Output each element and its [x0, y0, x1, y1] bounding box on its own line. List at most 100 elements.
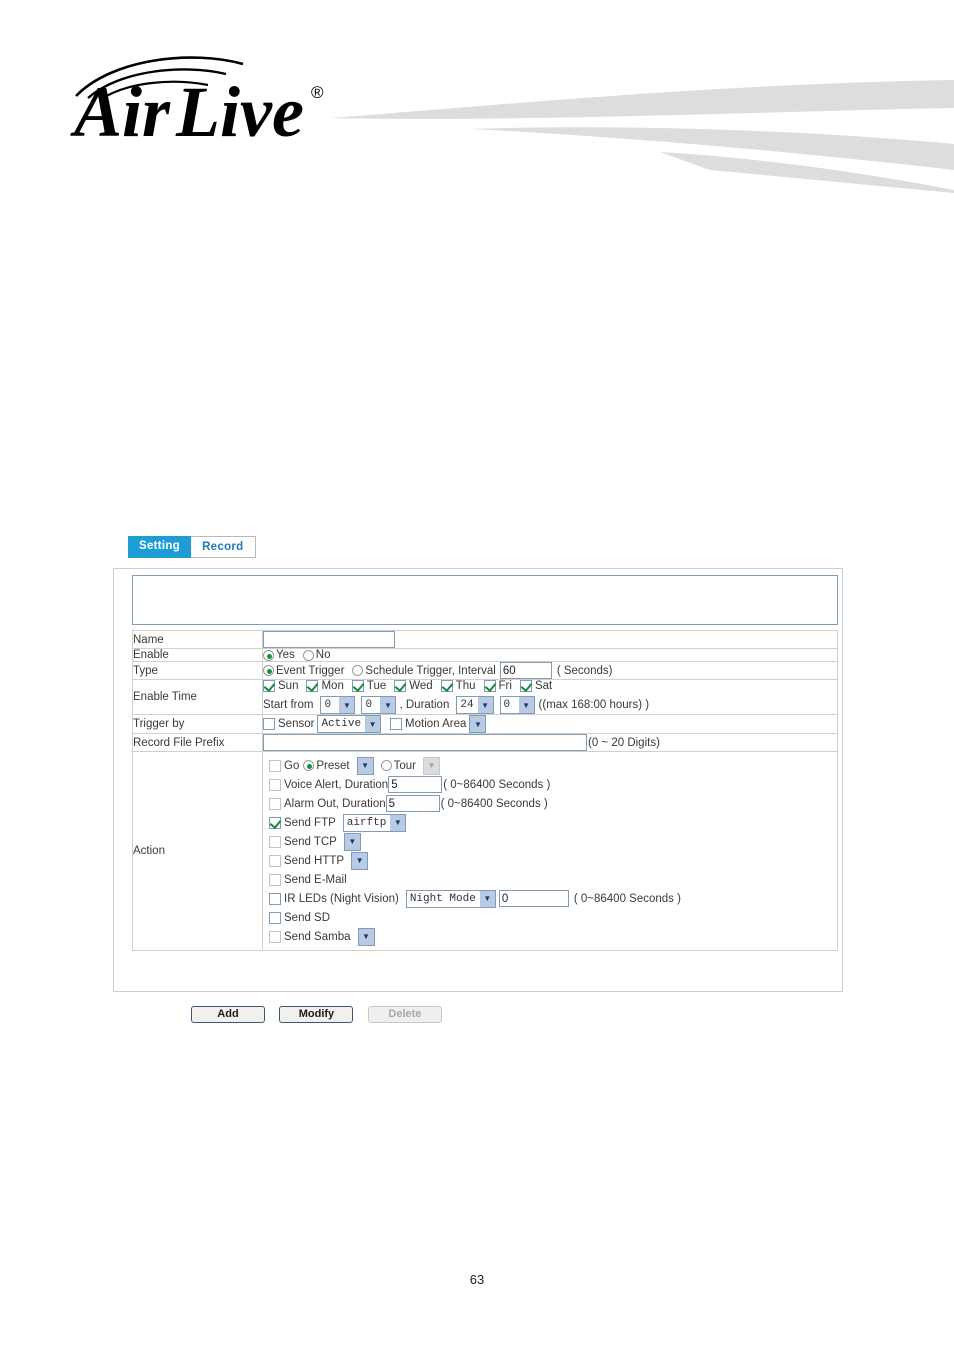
page-header: Air Live ®	[0, 0, 954, 200]
page-number: 63	[469, 1272, 485, 1287]
day-sun-checkbox[interactable]	[263, 680, 275, 692]
alarm-out-hint: ( 0~86400 Seconds )	[440, 797, 548, 810]
alarm-out-checkbox[interactable]	[269, 797, 281, 810]
weekday-checkbox-group: Sun Mon Tue Wed Thu Fri Sat	[263, 680, 837, 692]
ir-leds-mode-select[interactable]: Night Mode ▼	[405, 889, 496, 908]
send-ftp-select[interactable]: airftp ▼	[342, 813, 407, 832]
interval-input[interactable]	[499, 662, 552, 679]
modify-button[interactable]: Modify	[279, 1006, 354, 1023]
voice-alert-duration-input[interactable]	[388, 776, 443, 793]
day-tue-label: Tue	[366, 680, 387, 692]
day-fri-checkbox[interactable]	[483, 680, 496, 692]
voice-alert-label: Voice Alert, Duration	[284, 778, 389, 791]
chevron-down-icon: ▼	[390, 814, 406, 831]
schedule-trigger-label: Schedule Trigger, Interval	[365, 664, 496, 677]
event-trigger-radio[interactable]	[263, 665, 274, 676]
cell-trigger-by: Sensor Active ▼ Motion Area ▼	[262, 714, 838, 734]
enable-yes-radio[interactable]	[263, 649, 274, 661]
ir-leds-mode-value: Night Mode	[409, 892, 476, 905]
go-checkbox[interactable]	[269, 759, 281, 772]
send-tcp-select[interactable]: ▼	[343, 832, 361, 851]
duration-hour-value: 24	[460, 699, 474, 711]
day-thu-checkbox[interactable]	[440, 680, 453, 692]
start-minute-select[interactable]: 0 ▼	[361, 696, 397, 714]
name-input[interactable]	[263, 631, 395, 648]
sensor-mode-select[interactable]: Active ▼	[317, 715, 382, 733]
form-row-action: Action Go Preset ▼ Tour ▼ Voice Alert, D…	[132, 751, 838, 951]
send-sd-checkbox[interactable]	[269, 911, 281, 924]
voice-alert-checkbox[interactable]	[269, 778, 281, 791]
label-enable-time: Enable Time	[132, 679, 263, 715]
action-send-email: Send E-Mail	[269, 870, 837, 889]
send-sd-label: Send SD	[284, 911, 331, 924]
event-list-box[interactable]	[132, 575, 838, 625]
ir-leds-duration-input[interactable]	[498, 890, 569, 907]
add-button[interactable]: Add	[191, 1006, 265, 1023]
alarm-out-duration-input[interactable]	[385, 795, 440, 812]
record-file-prefix-hint: (0 ~ 20 Digits)	[588, 736, 660, 749]
tour-radio[interactable]	[380, 760, 392, 771]
motion-area-checkbox[interactable]	[390, 718, 403, 730]
send-email-checkbox[interactable]	[269, 873, 281, 886]
action-button-bar: Add Modify Delete	[113, 1004, 843, 1023]
ir-leds-checkbox[interactable]	[269, 892, 281, 905]
action-go: Go Preset ▼ Tour ▼	[269, 756, 837, 775]
schedule-trigger-radio[interactable]	[352, 665, 364, 676]
day-wed-checkbox[interactable]	[394, 680, 407, 692]
duration-hour-select[interactable]: 24 ▼	[456, 696, 494, 714]
preset-select[interactable]: ▼	[356, 756, 374, 775]
send-http-select[interactable]: ▼	[351, 851, 369, 870]
chevron-down-icon: ▼	[470, 716, 486, 732]
record-file-prefix-input[interactable]	[263, 734, 587, 751]
cell-enable: Yes No	[262, 648, 838, 662]
svg-text:®: ®	[311, 83, 324, 102]
send-samba-select[interactable]: ▼	[357, 927, 375, 946]
sensor-checkbox[interactable]	[263, 718, 275, 730]
preset-radio[interactable]	[303, 760, 315, 771]
action-send-tcp: Send TCP ▼	[269, 832, 837, 851]
send-http-label: Send HTTP	[284, 854, 345, 867]
send-http-checkbox[interactable]	[269, 854, 281, 867]
sensor-label: Sensor	[278, 718, 315, 730]
event-settings-panel: Name Enable Yes No Type Event Trigger Sc…	[113, 568, 843, 992]
day-thu-label: Thu	[455, 680, 476, 692]
day-mon-checkbox[interactable]	[306, 680, 319, 692]
chevron-down-icon: ▼	[479, 890, 495, 907]
start-from-label: Start from	[263, 699, 314, 711]
action-alarm-out: Alarm Out, Duration ( 0~86400 Seconds )	[269, 794, 837, 813]
form-row-type: Type Event Trigger Schedule Trigger, Int…	[132, 661, 838, 680]
svg-text:Live: Live	[175, 72, 304, 143]
cell-record-file-prefix: (0 ~ 20 Digits)	[262, 733, 838, 752]
send-ftp-label: Send FTP	[284, 816, 336, 829]
day-sat-checkbox[interactable]	[519, 680, 532, 692]
send-tcp-label: Send TCP	[284, 835, 337, 848]
max-hours-hint: ((max 168:00 hours) )	[538, 699, 650, 711]
send-samba-label: Send Samba	[284, 930, 351, 943]
send-email-label: Send E-Mail	[284, 873, 347, 886]
start-hour-value: 0	[324, 699, 332, 711]
day-wed-label: Wed	[409, 680, 433, 692]
motion-area-label: Motion Area	[405, 718, 467, 730]
schedule-time-group: Start from 0 ▼ 0 ▼ , Duration 24 ▼ 0 ▼ (…	[263, 696, 837, 714]
label-enable: Enable	[132, 648, 263, 662]
action-send-http: Send HTTP ▼	[269, 851, 837, 870]
send-samba-checkbox[interactable]	[269, 930, 281, 943]
send-ftp-checkbox[interactable]	[269, 816, 281, 829]
tab-record[interactable]: Record	[191, 536, 256, 558]
duration-minute-select[interactable]: 0 ▼	[499, 696, 535, 714]
tab-setting[interactable]: Setting	[128, 536, 192, 558]
cell-action: Go Preset ▼ Tour ▼ Voice Alert, Duration…	[262, 751, 838, 951]
label-trigger-by: Trigger by	[132, 714, 263, 734]
day-sat-label: Sat	[534, 680, 553, 692]
sensor-mode-value: Active	[321, 718, 362, 730]
enable-no-label: No	[315, 649, 331, 661]
day-tue-checkbox[interactable]	[351, 680, 364, 692]
send-tcp-checkbox[interactable]	[269, 835, 281, 848]
chevron-down-icon: ▼	[358, 928, 374, 945]
start-hour-select[interactable]: 0 ▼	[320, 696, 356, 714]
action-send-sd: Send SD	[269, 908, 837, 927]
motion-area-select[interactable]: ▼	[469, 715, 487, 733]
cell-type: Event Trigger Schedule Trigger, Interval…	[262, 661, 838, 680]
chevron-down-icon: ▼	[477, 697, 493, 713]
enable-no-radio[interactable]	[302, 649, 314, 661]
